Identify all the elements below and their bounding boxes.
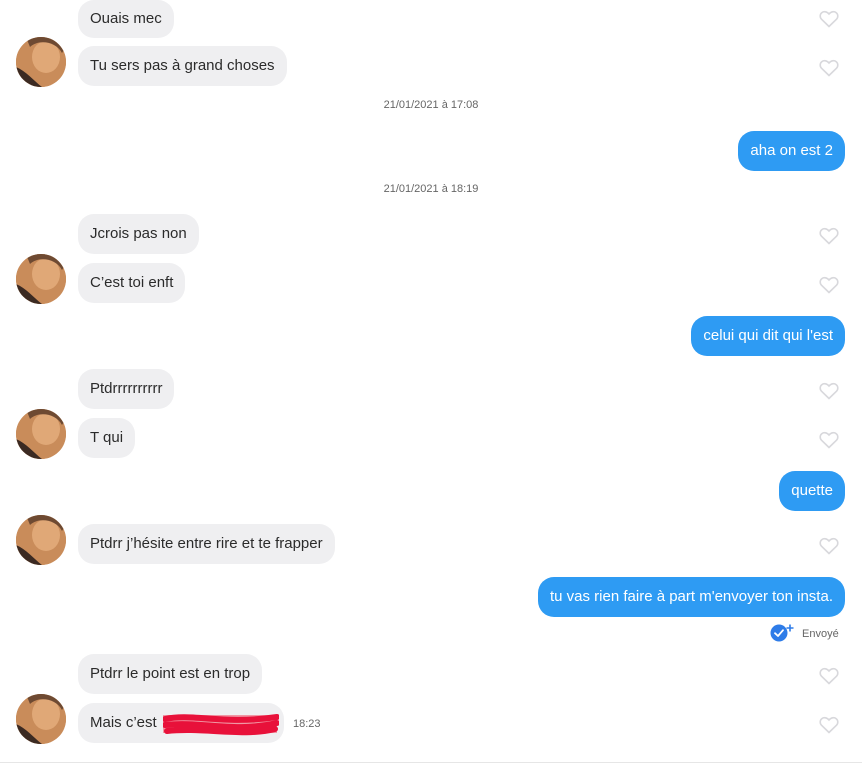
incoming-message[interactable]: Jcrois pas non xyxy=(78,214,199,254)
heart-icon[interactable] xyxy=(819,276,839,294)
heart-icon[interactable] xyxy=(819,382,839,400)
incoming-message[interactable]: Ptdrr j’hésite entre rire et te frapper xyxy=(78,524,335,564)
chat-thread: Ouais mec Tu sers pas à grand choses 21/… xyxy=(0,0,862,767)
contact-avatar[interactable] xyxy=(16,254,66,304)
heart-icon[interactable] xyxy=(819,667,839,685)
message-time: 18:23 xyxy=(293,718,321,730)
read-check-icon xyxy=(770,624,794,642)
contact-avatar[interactable] xyxy=(16,515,66,565)
heart-icon[interactable] xyxy=(819,431,839,449)
redaction-scribble xyxy=(163,714,279,736)
contact-avatar[interactable] xyxy=(16,694,66,744)
heart-icon[interactable] xyxy=(819,716,839,734)
divider xyxy=(0,762,862,763)
message-text: Mais c’est xyxy=(90,714,157,731)
heart-icon[interactable] xyxy=(819,59,839,77)
incoming-message[interactable]: Ptdrrrrrrrrrr xyxy=(78,369,175,409)
date-separator: 21/01/2021 à 17:08 xyxy=(383,99,479,111)
sent-status: Envoyé xyxy=(802,628,839,640)
incoming-message[interactable]: T qui xyxy=(78,418,136,458)
incoming-message[interactable]: C’est toi enft xyxy=(78,263,186,303)
outgoing-message[interactable]: tu vas rien faire à part m'envoyer ton i… xyxy=(537,577,845,617)
incoming-message[interactable]: Tu sers pas à grand choses xyxy=(78,46,287,86)
heart-icon[interactable] xyxy=(819,227,839,245)
outgoing-message[interactable]: quette xyxy=(779,471,845,511)
contact-avatar[interactable] xyxy=(16,37,66,87)
contact-avatar[interactable] xyxy=(16,409,66,459)
heart-icon[interactable] xyxy=(819,10,839,28)
date-separator: 21/01/2021 à 18:19 xyxy=(383,183,479,195)
heart-icon[interactable] xyxy=(819,537,839,555)
incoming-message[interactable]: Ouais mec xyxy=(78,0,174,38)
outgoing-message[interactable]: celui qui dit qui l'est xyxy=(691,316,845,356)
incoming-message[interactable]: Ptdrr le point est en trop xyxy=(78,654,263,694)
outgoing-message[interactable]: aha on est 2 xyxy=(738,131,845,171)
